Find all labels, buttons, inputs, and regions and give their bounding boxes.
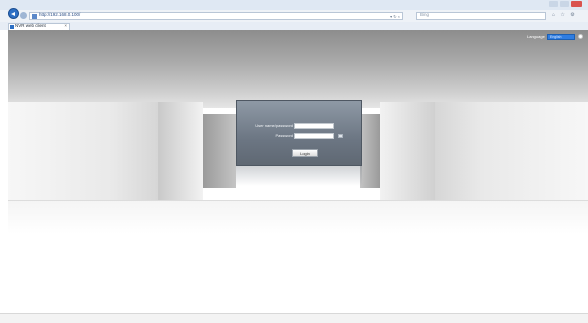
tab-active[interactable]: NVR web client × <box>8 23 70 30</box>
corridor-wall-left-inner <box>158 102 203 202</box>
close-window-button[interactable] <box>571 1 582 7</box>
minimize-button[interactable] <box>549 1 558 7</box>
keyboard-icon[interactable] <box>338 134 343 138</box>
maximize-button[interactable] <box>560 1 569 7</box>
corridor-wall-right <box>435 102 588 202</box>
tab-label: NVR web client <box>15 23 46 28</box>
login-panel-reflection <box>236 166 362 186</box>
login-panel: User name/password Password Login <box>236 100 362 166</box>
toolbar-icons[interactable]: ⌂ ☆ ⚙ <box>552 12 577 18</box>
login-page: Language English User name/password Pass… <box>8 30 588 313</box>
tab-favicon-icon <box>10 25 14 29</box>
forward-arrow-icon[interactable] <box>20 12 27 19</box>
address-controls[interactable]: ▾ ↻ × <box>390 14 400 19</box>
password-label: Password <box>275 133 293 138</box>
back-arrow-icon[interactable] <box>8 8 19 19</box>
language-go-icon[interactable] <box>578 34 583 39</box>
header-gradient <box>8 30 588 108</box>
floor-line <box>8 200 588 201</box>
tab-strip <box>0 22 588 30</box>
language-select[interactable]: English <box>547 34 575 40</box>
language-label: Language <box>527 34 545 39</box>
search-input[interactable]: Bing <box>416 12 546 20</box>
password-row: Password <box>237 133 363 140</box>
username-label: User name/password <box>255 123 293 128</box>
browser-title-bar <box>0 0 588 10</box>
address-text: http://192.168.0.100/ <box>39 12 81 17</box>
corridor-wall-right-inner <box>380 102 435 202</box>
corridor-wall-right-deep <box>360 114 380 188</box>
tab-close-icon[interactable]: × <box>64 23 67 28</box>
browser-status-bar <box>0 313 588 323</box>
page-icon <box>32 14 37 19</box>
window-controls <box>549 1 582 7</box>
corridor-wall-left <box>8 102 158 202</box>
address-bar[interactable]: http://192.168.0.100/ ▾ ↻ × <box>29 12 403 20</box>
password-field[interactable] <box>294 133 334 139</box>
corridor-floor <box>8 200 588 313</box>
username-row: User name/password <box>237 123 363 130</box>
corridor-wall-left-deep <box>203 114 236 188</box>
login-button[interactable]: Login <box>292 149 318 157</box>
username-field[interactable] <box>294 123 334 129</box>
search-placeholder: Bing <box>420 12 430 17</box>
